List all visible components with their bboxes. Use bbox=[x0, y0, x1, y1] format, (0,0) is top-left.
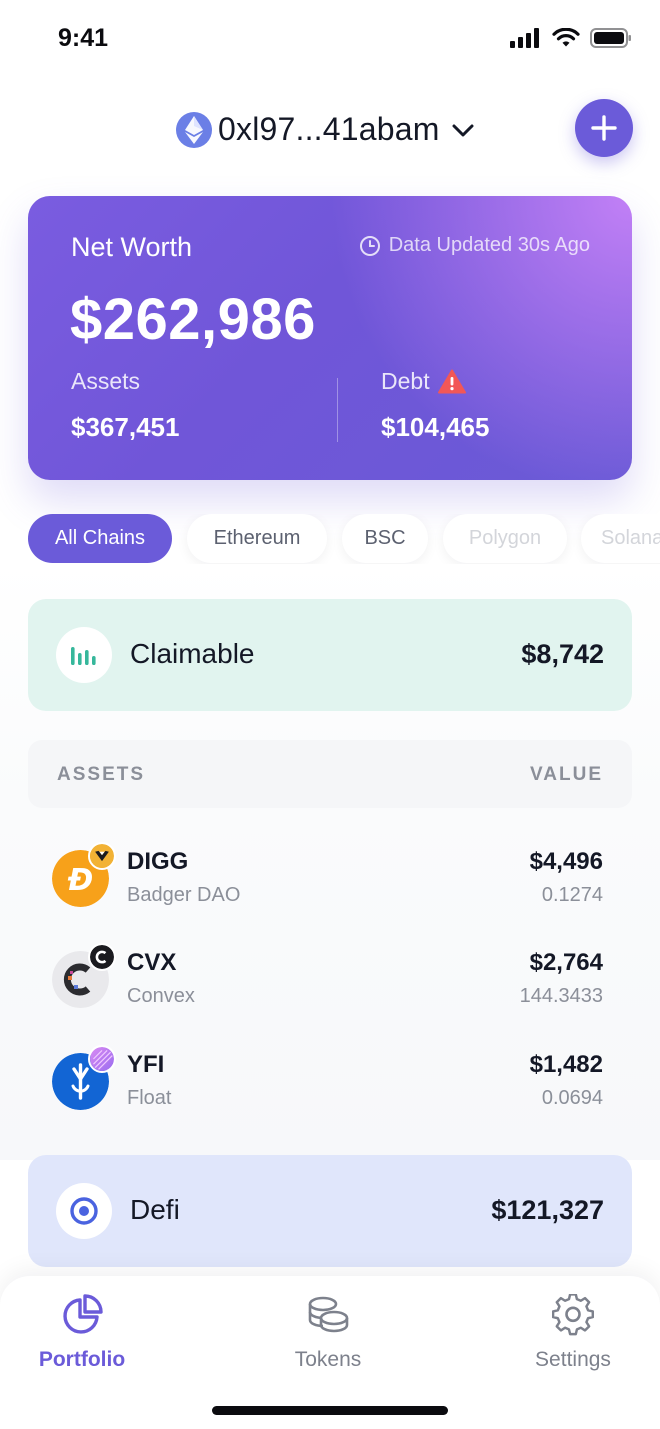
debt-value: $104,465 bbox=[381, 412, 490, 442]
defi-icon-badge bbox=[56, 1183, 112, 1239]
data-updated-indicator: Data Updated 30s Ago bbox=[359, 234, 590, 257]
claimable-amount: $8,742 bbox=[521, 639, 604, 669]
claimable-title: Claimable bbox=[130, 638, 255, 669]
asset-value: $2,764 bbox=[529, 949, 603, 976]
defi-amount: $121,327 bbox=[491, 1195, 604, 1225]
bar-chart-icon bbox=[71, 647, 96, 665]
tab-label: Portfolio bbox=[38, 1348, 126, 1371]
badger-dao-icon bbox=[88, 842, 116, 870]
data-updated-text: Data Updated 30s Ago bbox=[388, 234, 590, 256]
debt-label-text: Debt bbox=[381, 368, 430, 394]
svg-text:Đ: Đ bbox=[67, 863, 93, 898]
float-protocol-icon bbox=[88, 1045, 116, 1073]
asset-protocol: Badger DAO bbox=[127, 884, 241, 906]
chain-tab-solana[interactable]: Solana bbox=[581, 514, 660, 563]
net-worth-label: Net Worth bbox=[71, 232, 193, 262]
value-column-header: VALUE bbox=[530, 764, 603, 785]
asset-symbol: YFI bbox=[127, 1051, 165, 1078]
asset-amount: 0.1274 bbox=[541, 884, 603, 906]
chain-filter-tabs: All Chains Ethereum BSC Polygon Solana bbox=[28, 514, 660, 564]
net-worth-card: Net Worth Data Updated 30s Ago $262,986 … bbox=[28, 196, 632, 480]
gear-icon bbox=[552, 1294, 594, 1336]
asset-row-digg[interactable]: Đ DIGG Badger DAO $4,496 0.1274 bbox=[28, 830, 632, 920]
add-wallet-button[interactable] bbox=[575, 99, 633, 157]
debt-label: Debt bbox=[381, 368, 466, 395]
asset-protocol: Float bbox=[127, 1087, 172, 1109]
status-time: 9:41 bbox=[58, 24, 109, 52]
tab-settings[interactable]: Settings bbox=[493, 1292, 653, 1382]
asset-amount: 144.3433 bbox=[519, 985, 603, 1007]
claimable-icon-badge bbox=[56, 627, 112, 683]
chain-tab-polygon[interactable]: Polygon bbox=[443, 514, 567, 563]
target-icon bbox=[70, 1197, 98, 1225]
cellular-signal-icon bbox=[510, 28, 539, 48]
chain-tab-all-chains[interactable]: All Chains bbox=[28, 514, 172, 563]
asset-symbol: CVX bbox=[127, 949, 177, 976]
status-icons bbox=[510, 28, 632, 48]
home-indicator bbox=[212, 1406, 448, 1415]
tab-tokens[interactable]: Tokens bbox=[248, 1292, 408, 1382]
defi-title: Defi bbox=[130, 1194, 180, 1225]
wallet-address: 0xl97...41abam bbox=[218, 111, 440, 147]
status-bar: 9:41 bbox=[0, 0, 660, 80]
chain-tab-bsc[interactable]: BSC bbox=[342, 514, 428, 563]
coins-icon bbox=[308, 1296, 349, 1333]
asset-value: $1,482 bbox=[529, 1051, 603, 1078]
bottom-tab-bar: Portfolio Tokens Settings bbox=[0, 1276, 660, 1429]
tab-label: Settings bbox=[535, 1348, 611, 1371]
battery-icon bbox=[590, 28, 631, 48]
asset-symbol: DIGG bbox=[127, 848, 189, 875]
asset-protocol: Convex bbox=[127, 985, 195, 1007]
net-worth-value: $262,986 bbox=[70, 287, 316, 352]
tab-label: Tokens bbox=[294, 1348, 362, 1371]
asset-row-yfi[interactable]: YFI Float $1,482 0.0694 bbox=[28, 1033, 632, 1123]
assets-column-header: ASSETS bbox=[57, 764, 146, 785]
warning-icon[interactable] bbox=[437, 369, 466, 394]
asset-value: $4,496 bbox=[529, 848, 603, 875]
ethereum-icon bbox=[176, 111, 212, 148]
assets-value: $367,451 bbox=[71, 412, 180, 442]
tab-portfolio[interactable]: Portfolio bbox=[2, 1292, 162, 1382]
asset-row-cvx[interactable]: CVX Convex $2,764 144.3433 bbox=[28, 931, 632, 1021]
wifi-icon bbox=[552, 28, 580, 47]
asset-amount: 0.0694 bbox=[541, 1087, 603, 1109]
assets-label: Assets bbox=[71, 368, 141, 394]
assets-table-header: ASSETS VALUE bbox=[28, 740, 632, 808]
defi-card[interactable]: Defi $121,327 bbox=[28, 1155, 632, 1267]
convex-icon bbox=[88, 943, 116, 971]
wallet-selector[interactable]: 0xl97...41abam bbox=[176, 111, 476, 148]
pie-chart-icon bbox=[63, 1294, 103, 1334]
wallet-header: 0xl97...41abam bbox=[0, 99, 660, 157]
clock-icon bbox=[359, 235, 380, 256]
card-divider bbox=[337, 378, 338, 442]
chain-tab-ethereum[interactable]: Ethereum bbox=[187, 514, 327, 563]
claimable-card[interactable]: Claimable $8,742 bbox=[28, 599, 632, 711]
plus-icon bbox=[591, 115, 617, 141]
chevron-down-icon bbox=[452, 124, 474, 136]
